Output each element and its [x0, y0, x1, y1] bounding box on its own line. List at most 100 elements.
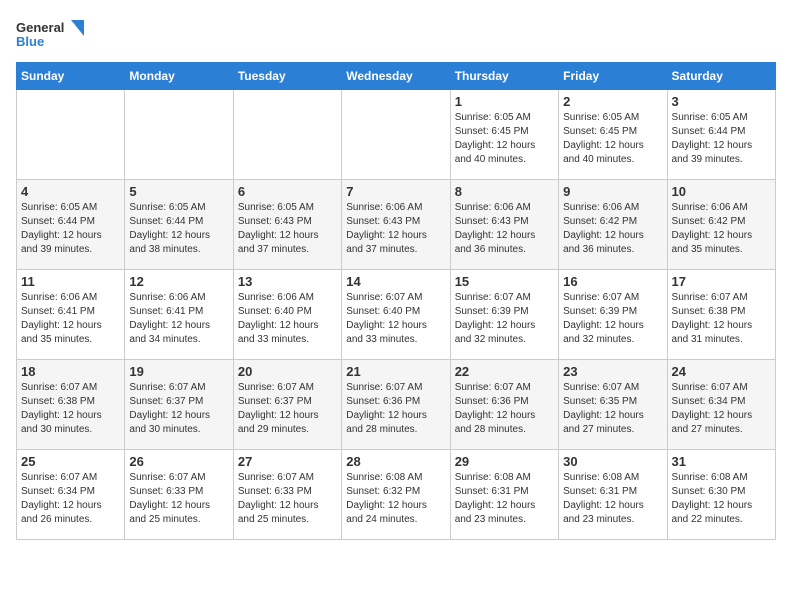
- weekday-header-saturday: Saturday: [667, 63, 775, 90]
- calendar-cell: [17, 90, 125, 180]
- calendar-cell: 2Sunrise: 6:05 AM Sunset: 6:45 PM Daylig…: [559, 90, 667, 180]
- day-number: 3: [672, 94, 771, 109]
- day-content: Sunrise: 6:07 AM Sunset: 6:33 PM Dayligh…: [238, 471, 337, 527]
- weekday-header-monday: Monday: [125, 63, 233, 90]
- week-row-5: 25 Sunrise: 6:07 AM Sunset: 6:34 PM Dayli…: [17, 450, 776, 540]
- calendar-cell: [233, 90, 341, 180]
- day-content: Sunrise: 6:07 AM Sunset: 6:34 PM Dayligh…: [672, 381, 771, 437]
- day-content: Sunrise: 6:05 AM Sunset: 6:44 PM Dayligh…: [21, 201, 120, 257]
- calendar-cell: 15Sunrise: 6:07 AM Sunset: 6:39 PM Dayli…: [450, 270, 558, 360]
- day-number: 22: [455, 364, 554, 379]
- day-content: Sunrise: 6:05 AM Sunset: 6:44 PM Dayligh…: [672, 111, 771, 167]
- calendar-cell: 13 Sunrise: 6:06 AM Sunset: 6:40 PM Dayli…: [233, 270, 341, 360]
- calendar-table: SundayMondayTuesdayWednesdayThursdayFrid…: [16, 62, 776, 540]
- calendar-cell: 6 Sunrise: 6:05 AM Sunset: 6:43 PM Daylig…: [233, 180, 341, 270]
- day-content: Sunrise: 6:07 AM Sunset: 6:36 PM Dayligh…: [455, 381, 554, 437]
- weekday-header-sunday: Sunday: [17, 63, 125, 90]
- day-content: Sunrise: 6:06 AM Sunset: 6:41 PM Dayligh…: [129, 291, 228, 347]
- day-content: Sunrise: 6:08 AM Sunset: 6:31 PM Dayligh…: [563, 471, 662, 527]
- weekday-header-thursday: Thursday: [450, 63, 558, 90]
- day-content: Sunrise: 6:06 AM Sunset: 6:40 PM Dayligh…: [238, 291, 337, 347]
- weekday-header-row: SundayMondayTuesdayWednesdayThursdayFrid…: [17, 63, 776, 90]
- calendar-cell: 3 Sunrise: 6:05 AM Sunset: 6:44 PM Daylig…: [667, 90, 775, 180]
- day-number: 12: [129, 274, 228, 289]
- day-number: 11: [21, 274, 120, 289]
- day-number: 8: [455, 184, 554, 199]
- day-number: 27: [238, 454, 337, 469]
- day-number: 2: [563, 94, 662, 109]
- calendar-cell: 20Sunrise: 6:07 AM Sunset: 6:37 PM Dayli…: [233, 360, 341, 450]
- calendar-cell: 1 Sunrise: 6:05 AM Sunset: 6:45 PM Daylig…: [450, 90, 558, 180]
- calendar-cell: [125, 90, 233, 180]
- calendar-cell: 16 Sunrise: 6:07 AM Sunset: 6:39 PM Dayli…: [559, 270, 667, 360]
- week-row-1: 1 Sunrise: 6:05 AM Sunset: 6:45 PM Daylig…: [17, 90, 776, 180]
- day-number: 7: [346, 184, 445, 199]
- day-number: 15: [455, 274, 554, 289]
- calendar-cell: 30 Sunrise: 6:08 AM Sunset: 6:31 PM Dayli…: [559, 450, 667, 540]
- day-number: 6: [238, 184, 337, 199]
- day-content: Sunrise: 6:07 AM Sunset: 6:34 PM Dayligh…: [21, 471, 120, 527]
- calendar-cell: 11 Sunrise: 6:06 AM Sunset: 6:41 PM Dayli…: [17, 270, 125, 360]
- day-content: Sunrise: 6:07 AM Sunset: 6:38 PM Dayligh…: [672, 291, 771, 347]
- weekday-header-wednesday: Wednesday: [342, 63, 450, 90]
- svg-text:Blue: Blue: [16, 34, 44, 49]
- day-number: 19: [129, 364, 228, 379]
- calendar-cell: 8 Sunrise: 6:06 AM Sunset: 6:43 PM Daylig…: [450, 180, 558, 270]
- day-number: 13: [238, 274, 337, 289]
- calendar-cell: 7 Sunrise: 6:06 AM Sunset: 6:43 PM Daylig…: [342, 180, 450, 270]
- logo-svg: General Blue: [16, 16, 86, 52]
- day-content: Sunrise: 6:07 AM Sunset: 6:40 PM Dayligh…: [346, 291, 445, 347]
- calendar-cell: 26 Sunrise: 6:07 AM Sunset: 6:33 PM Dayli…: [125, 450, 233, 540]
- day-number: 18: [21, 364, 120, 379]
- week-row-3: 11 Sunrise: 6:06 AM Sunset: 6:41 PM Dayli…: [17, 270, 776, 360]
- day-number: 23: [563, 364, 662, 379]
- calendar-cell: 5 Sunrise: 6:05 AM Sunset: 6:44 PM Daylig…: [125, 180, 233, 270]
- day-number: 10: [672, 184, 771, 199]
- calendar-cell: [342, 90, 450, 180]
- day-content: Sunrise: 6:07 AM Sunset: 6:37 PM Dayligh…: [129, 381, 228, 437]
- day-number: 30: [563, 454, 662, 469]
- day-number: 29: [455, 454, 554, 469]
- svg-text:General: General: [16, 20, 64, 35]
- day-content: Sunrise: 6:06 AM Sunset: 6:43 PM Dayligh…: [455, 201, 554, 257]
- day-number: 17: [672, 274, 771, 289]
- calendar-cell: 18Sunrise: 6:07 AM Sunset: 6:38 PM Dayli…: [17, 360, 125, 450]
- day-number: 1: [455, 94, 554, 109]
- day-content: Sunrise: 6:06 AM Sunset: 6:42 PM Dayligh…: [672, 201, 771, 257]
- day-content: Sunrise: 6:07 AM Sunset: 6:39 PM Dayligh…: [563, 291, 662, 347]
- calendar-cell: 19 Sunrise: 6:07 AM Sunset: 6:37 PM Dayli…: [125, 360, 233, 450]
- day-number: 14: [346, 274, 445, 289]
- day-content: Sunrise: 6:07 AM Sunset: 6:36 PM Dayligh…: [346, 381, 445, 437]
- calendar-cell: 28Sunrise: 6:08 AM Sunset: 6:32 PM Dayli…: [342, 450, 450, 540]
- day-content: Sunrise: 6:05 AM Sunset: 6:45 PM Dayligh…: [455, 111, 554, 167]
- week-row-2: 4Sunrise: 6:05 AM Sunset: 6:44 PM Daylig…: [17, 180, 776, 270]
- week-row-4: 18Sunrise: 6:07 AM Sunset: 6:38 PM Dayli…: [17, 360, 776, 450]
- day-content: Sunrise: 6:05 AM Sunset: 6:43 PM Dayligh…: [238, 201, 337, 257]
- day-number: 26: [129, 454, 228, 469]
- weekday-header-tuesday: Tuesday: [233, 63, 341, 90]
- calendar-cell: 21Sunrise: 6:07 AM Sunset: 6:36 PM Dayli…: [342, 360, 450, 450]
- weekday-header-friday: Friday: [559, 63, 667, 90]
- day-content: Sunrise: 6:06 AM Sunset: 6:41 PM Dayligh…: [21, 291, 120, 347]
- calendar-cell: 29 Sunrise: 6:08 AM Sunset: 6:31 PM Dayli…: [450, 450, 558, 540]
- day-number: 24: [672, 364, 771, 379]
- day-content: Sunrise: 6:07 AM Sunset: 6:33 PM Dayligh…: [129, 471, 228, 527]
- day-number: 28: [346, 454, 445, 469]
- day-number: 25: [21, 454, 120, 469]
- calendar-cell: 27 Sunrise: 6:07 AM Sunset: 6:33 PM Dayli…: [233, 450, 341, 540]
- day-content: Sunrise: 6:06 AM Sunset: 6:43 PM Dayligh…: [346, 201, 445, 257]
- day-number: 16: [563, 274, 662, 289]
- calendar-cell: 14 Sunrise: 6:07 AM Sunset: 6:40 PM Dayli…: [342, 270, 450, 360]
- day-content: Sunrise: 6:08 AM Sunset: 6:30 PM Dayligh…: [672, 471, 771, 527]
- calendar-cell: 31Sunrise: 6:08 AM Sunset: 6:30 PM Dayli…: [667, 450, 775, 540]
- calendar-cell: 9 Sunrise: 6:06 AM Sunset: 6:42 PM Daylig…: [559, 180, 667, 270]
- calendar-cell: 25 Sunrise: 6:07 AM Sunset: 6:34 PM Dayli…: [17, 450, 125, 540]
- calendar-cell: 4Sunrise: 6:05 AM Sunset: 6:44 PM Daylig…: [17, 180, 125, 270]
- calendar-cell: 23Sunrise: 6:07 AM Sunset: 6:35 PM Dayli…: [559, 360, 667, 450]
- day-content: Sunrise: 6:05 AM Sunset: 6:44 PM Dayligh…: [129, 201, 228, 257]
- day-content: Sunrise: 6:08 AM Sunset: 6:31 PM Dayligh…: [455, 471, 554, 527]
- day-number: 5: [129, 184, 228, 199]
- page-header: General Blue: [16, 16, 776, 52]
- day-number: 9: [563, 184, 662, 199]
- day-content: Sunrise: 6:06 AM Sunset: 6:42 PM Dayligh…: [563, 201, 662, 257]
